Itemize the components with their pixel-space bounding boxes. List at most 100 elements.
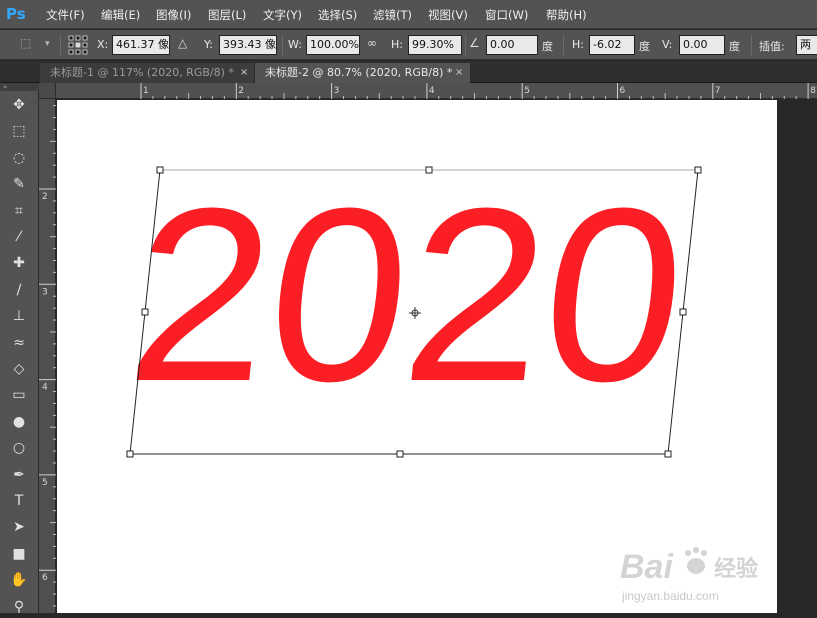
ruler-left-label: 6: [42, 573, 48, 583]
relative-position-icon[interactable]: △: [178, 36, 187, 50]
v-skew-field[interactable]: 0.00: [679, 35, 725, 55]
tools-panel: » ✥ ⬚ ◌ ✎ ⌗ ⁄ ✚ ∕ ⊥ ≈ ◇ ▭ ● ○ ✒ T ➤ ■ ✋ ⚲: [0, 83, 39, 615]
lasso-tool-icon[interactable]: ◌: [6, 147, 32, 169]
x-label: X:: [97, 38, 109, 51]
chevron-down-icon[interactable]: ▾: [45, 39, 50, 49]
eraser-tool-icon[interactable]: ◇: [6, 358, 32, 380]
h-skew-field[interactable]: -6.02: [589, 35, 635, 55]
rotate-angle-icon: ∠: [469, 36, 480, 50]
history-brush-tool-icon[interactable]: ≈: [6, 332, 32, 354]
ruler-top-label: 3: [334, 86, 340, 96]
separator: [60, 35, 61, 55]
ruler-top-label: 5: [524, 86, 530, 96]
paw-icon: [685, 547, 707, 574]
link-icon[interactable]: ∞: [367, 36, 377, 50]
zoom-tool-icon[interactable]: ⚲: [6, 596, 32, 618]
tab-document-1[interactable]: 未标题-1 @ 117% (2020, RGB/8) * ×: [40, 63, 254, 83]
menu-filter[interactable]: 滤镜(T): [373, 7, 412, 23]
panel-grip[interactable]: »: [0, 83, 39, 91]
baidu-watermark: Bai 经验 jingyan.baidu.com: [618, 540, 808, 608]
ruler-left-label: 5: [42, 478, 48, 488]
ruler-top-label: 7: [715, 86, 721, 96]
menu-type[interactable]: 文字(Y): [263, 7, 302, 23]
marquee-tool-icon[interactable]: ⬚: [6, 120, 32, 142]
menu-file[interactable]: 文件(F): [46, 7, 85, 23]
shape-tool-icon[interactable]: ■: [6, 543, 32, 565]
transform-tool-preset-icon[interactable]: ⬚: [20, 36, 31, 50]
v-skew-unit: 度: [729, 40, 740, 53]
handle-bottom-left[interactable]: [126, 450, 134, 458]
menu-edit[interactable]: 编辑(E): [101, 7, 140, 23]
handle-top-left[interactable]: [156, 166, 164, 174]
vertical-ruler[interactable]: 2 3 4 5 6: [39, 99, 56, 613]
move-tool-icon[interactable]: ✥: [6, 94, 32, 116]
quick-select-tool-icon[interactable]: ✎: [6, 173, 32, 195]
h-label: H:: [391, 38, 403, 51]
handle-top-center[interactable]: [425, 166, 433, 174]
handle-middle-right[interactable]: [679, 308, 687, 316]
canvas-area[interactable]: 2020: [57, 100, 817, 613]
watermark-url: jingyan.baidu.com: [621, 589, 719, 603]
dodge-tool-icon[interactable]: ○: [6, 437, 32, 459]
x-field[interactable]: 461.37 像: [112, 35, 170, 55]
ruler-top-label: 4: [429, 86, 435, 96]
photoshop-logo-icon: Ps: [6, 5, 26, 23]
menu-view[interactable]: 视图(V): [428, 7, 468, 23]
handle-top-right[interactable]: [694, 166, 702, 174]
separator: [282, 35, 283, 55]
width-field[interactable]: 100.00%: [306, 35, 360, 55]
h-skew-unit: 度: [639, 40, 650, 53]
eyedropper-tool-icon[interactable]: ⁄: [6, 226, 32, 248]
reference-point-grid-icon[interactable]: [68, 35, 88, 55]
close-icon[interactable]: ×: [240, 63, 248, 83]
gradient-tool-icon[interactable]: ▭: [6, 384, 32, 406]
y-label: Y:: [204, 38, 213, 51]
separator: [751, 35, 752, 55]
type-tool-icon[interactable]: T: [6, 490, 32, 512]
canvas-text-2020: 2020: [119, 158, 697, 433]
options-bar: ⬚ ▾ X: 461.37 像 △ Y: 393.43 像 W: 100.00%…: [0, 30, 817, 60]
ruler-top-label: 8: [810, 86, 816, 96]
menu-window[interactable]: 窗口(W): [485, 7, 528, 23]
ruler-left-label: 2: [42, 192, 48, 202]
ruler-origin[interactable]: [39, 83, 56, 99]
brush-tool-icon[interactable]: ∕: [6, 279, 32, 301]
menu-help[interactable]: 帮助(H): [546, 7, 587, 23]
menu-layer[interactable]: 图层(L): [208, 7, 246, 23]
rotate-field[interactable]: 0.00: [486, 35, 538, 55]
handle-bottom-right[interactable]: [664, 450, 672, 458]
v-skew-label: V:: [662, 38, 673, 51]
path-select-tool-icon[interactable]: ➤: [6, 516, 32, 538]
height-field[interactable]: 99.30%: [408, 35, 462, 55]
hand-tool-icon[interactable]: ✋: [6, 569, 32, 591]
menu-bar: Ps 文件(F) 编辑(E) 图像(I) 图层(L) 文字(Y) 选择(S) 滤…: [0, 0, 817, 29]
watermark-brand: Bai: [620, 548, 674, 586]
w-label: W:: [288, 38, 302, 51]
horizontal-ruler[interactable]: 1 2 3 4 5 6 7 8: [39, 83, 817, 99]
watermark-brand-cn: 经验: [714, 556, 758, 582]
interpolation-select[interactable]: 两: [796, 35, 817, 55]
healing-brush-tool-icon[interactable]: ✚: [6, 252, 32, 274]
handle-bottom-center[interactable]: [396, 450, 404, 458]
ruler-top-label: 2: [238, 86, 244, 96]
ruler-left-label: 4: [42, 383, 48, 393]
menu-select[interactable]: 选择(S): [318, 7, 357, 23]
tab-label: 未标题-1 @ 117% (2020, RGB/8) *: [50, 66, 234, 79]
stamp-tool-icon[interactable]: ⊥: [6, 305, 32, 327]
handle-middle-left[interactable]: [141, 308, 149, 316]
rotate-unit: 度: [542, 40, 553, 53]
ruler-top-label: 6: [620, 86, 626, 96]
ruler-top-label: 1: [143, 86, 149, 96]
pen-tool-icon[interactable]: ✒: [6, 464, 32, 486]
interpolation-label: 插值:: [759, 40, 785, 53]
crop-tool-icon[interactable]: ⌗: [6, 200, 32, 222]
transform-overlay[interactable]: 2020: [57, 100, 817, 613]
tab-document-2[interactable]: 未标题-2 @ 80.7% (2020, RGB/8) * ×: [255, 63, 470, 83]
document-tabs: 未标题-1 @ 117% (2020, RGB/8) * × 未标题-2 @ 8…: [0, 61, 817, 83]
close-icon[interactable]: ×: [455, 63, 463, 83]
tab-label: 未标题-2 @ 80.7% (2020, RGB/8) *: [265, 66, 453, 79]
menu-image[interactable]: 图像(I): [156, 7, 191, 23]
y-field[interactable]: 393.43 像: [219, 35, 277, 55]
h-skew-label: H:: [572, 38, 584, 51]
blur-tool-icon[interactable]: ●: [6, 411, 32, 433]
